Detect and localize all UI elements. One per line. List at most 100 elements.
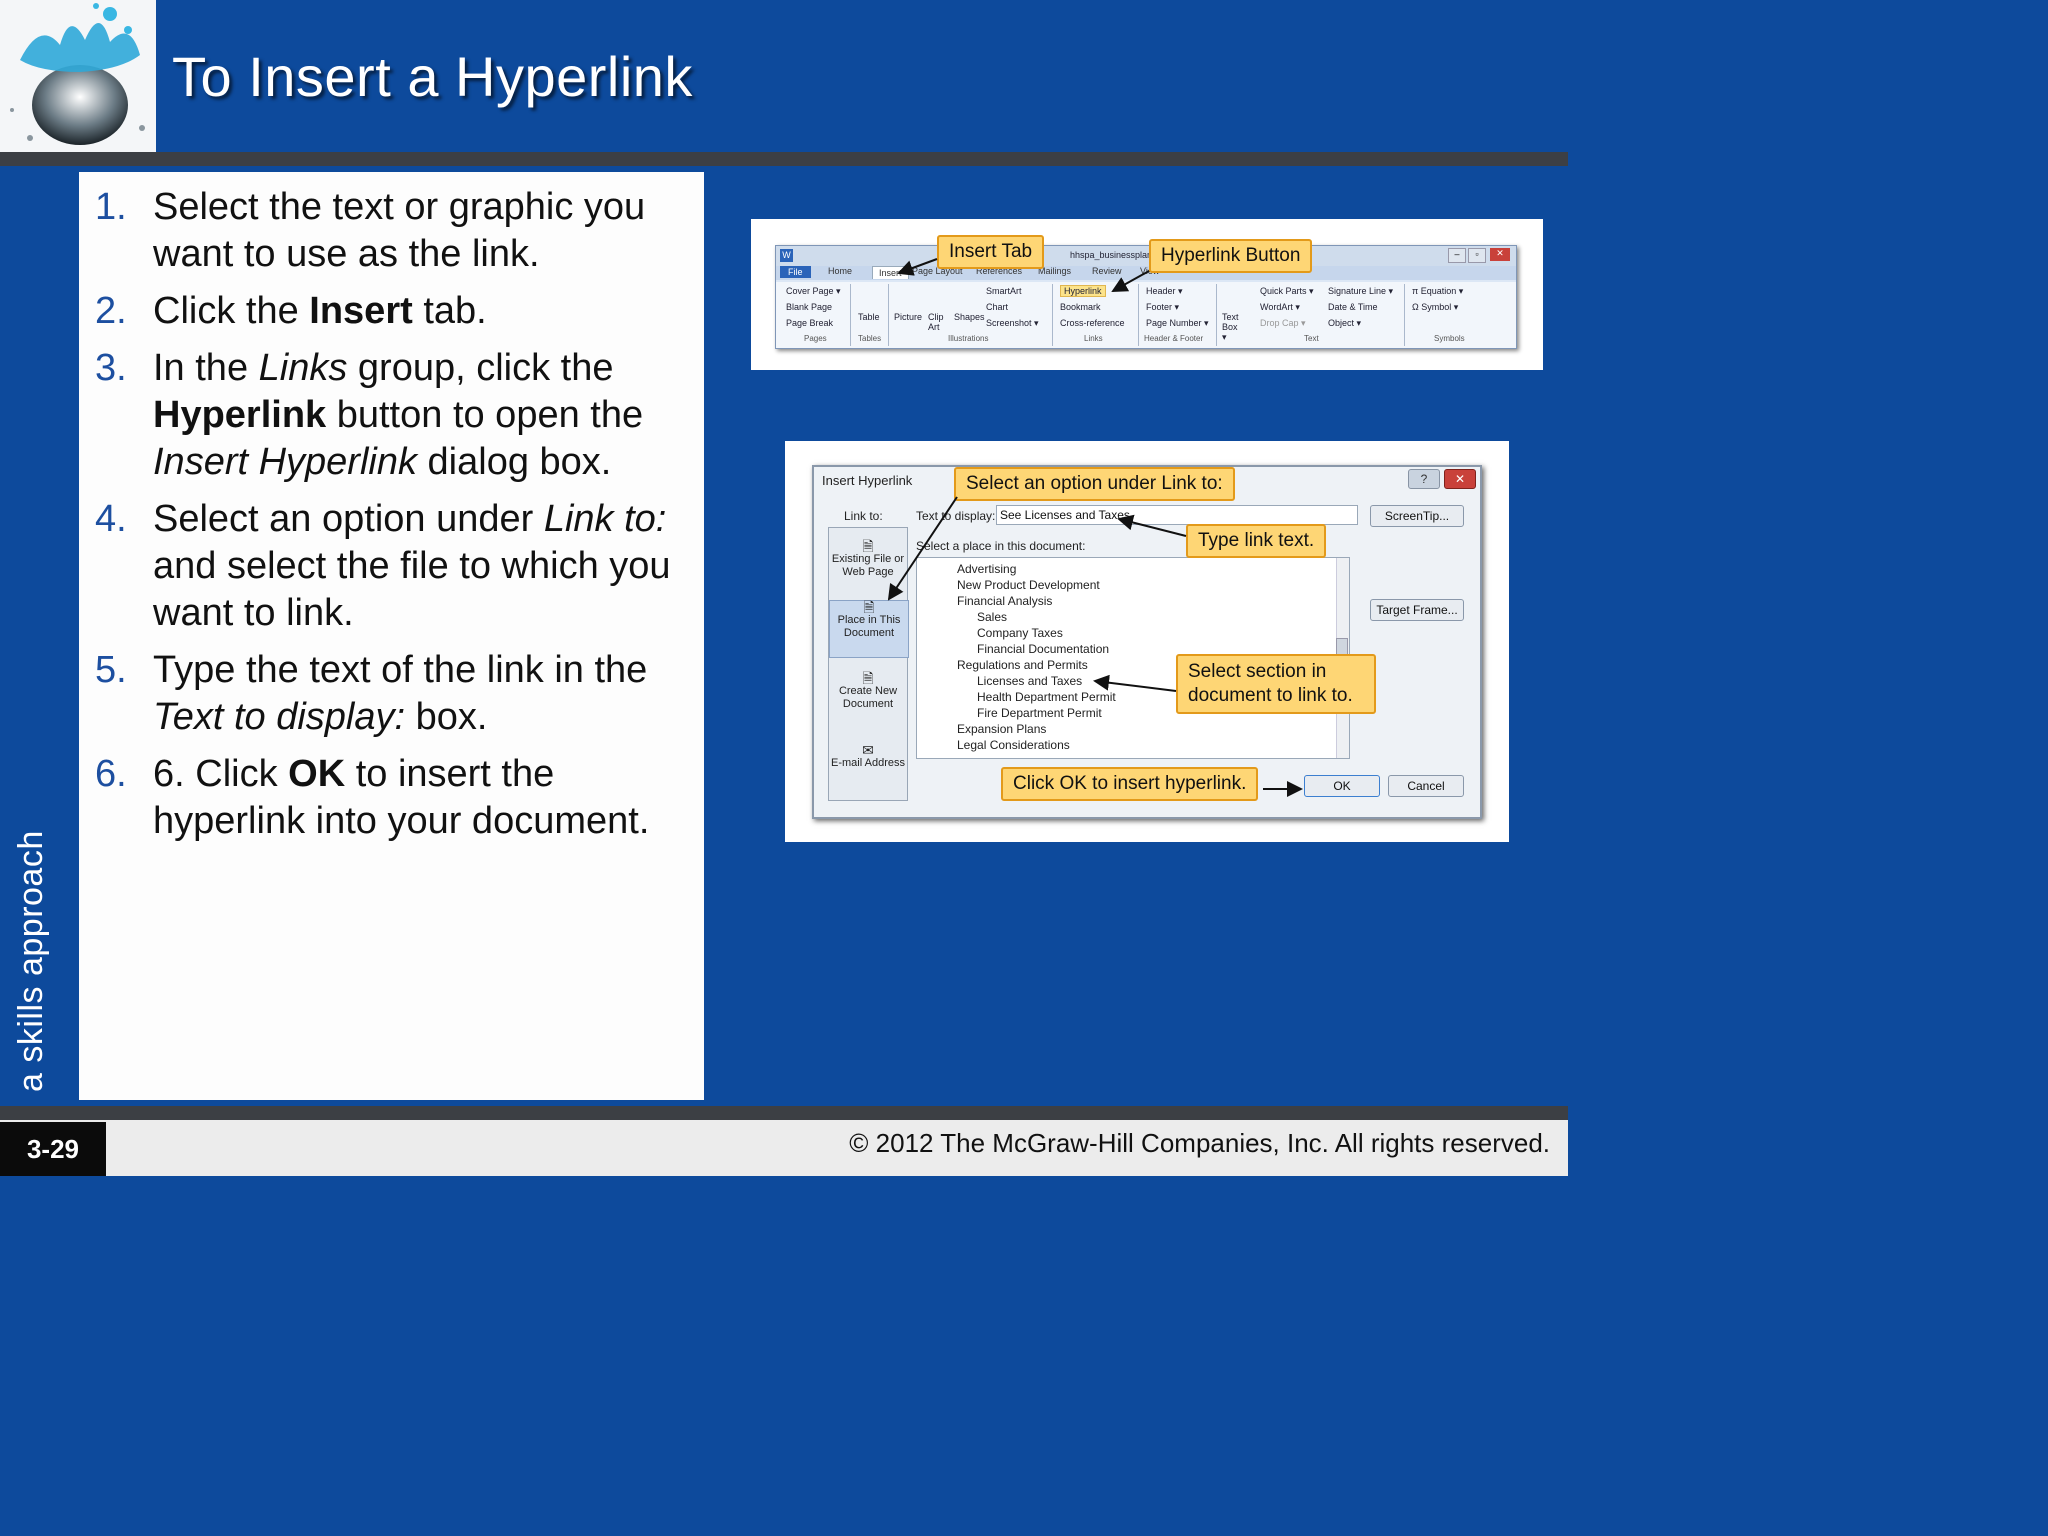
step-item: 4. Select an option under Link to: and se… <box>95 496 695 637</box>
link-option-label: Existing File or Web Page <box>831 553 905 578</box>
link-option-label: Place in This Document <box>837 614 901 639</box>
smartart-button[interactable]: SmartArt <box>986 286 1022 296</box>
screenshot-button[interactable]: Screenshot ▾ <box>986 318 1039 329</box>
help-icon[interactable]: ? <box>1408 469 1440 489</box>
date-time-button[interactable]: Date & Time <box>1328 302 1378 312</box>
step-text: Click the Insert tab. <box>153 288 695 335</box>
chart-button[interactable]: Chart <box>986 302 1008 312</box>
step-item: 5. Type the text of the link in the Text … <box>95 647 695 741</box>
text-to-display-input[interactable]: See Licenses and Taxes <box>996 505 1358 525</box>
step-text-segment: box. <box>405 696 488 738</box>
ribbon-screenshot: W hhspa_businessplan ✕ ▫ – File Home Inser… <box>751 219 1543 370</box>
step-text-segment: Type the text of the link in the <box>153 649 648 691</box>
link-option-place-in-document[interactable]: 🗎 Place in This Document <box>829 600 909 658</box>
table-button[interactable]: Table <box>858 312 880 322</box>
symbol-button[interactable]: Ω Symbol ▾ <box>1412 302 1458 313</box>
email-icon: ✉ <box>862 742 874 758</box>
maximize-icon[interactable]: ▫ <box>1468 248 1486 263</box>
tab-review[interactable]: Review <box>1092 266 1122 276</box>
step-text-segment: Click the <box>153 290 310 332</box>
step-item: 1. Select the text or graphic you want to… <box>95 184 695 278</box>
dialog-title: Insert Hyperlink <box>822 473 913 488</box>
link-option-email[interactable]: ✉ E-mail Address <box>829 742 907 770</box>
step-number: 5. <box>95 649 127 691</box>
cancel-button[interactable]: Cancel <box>1388 775 1464 797</box>
tree-node[interactable]: Financial Documentation <box>977 642 1109 656</box>
tab-file[interactable]: File <box>780 266 811 278</box>
link-option-existing-file[interactable]: 🗎 Existing File or Web Page <box>829 538 907 579</box>
link-option-label: Create New Document <box>838 685 898 710</box>
close-icon[interactable]: ✕ <box>1444 469 1476 489</box>
step-text-segment: Link to: <box>543 498 667 540</box>
steps-list: 1. Select the text or graphic you want to… <box>95 184 695 855</box>
link-option-create-new[interactable]: 🗎 Create New Document <box>829 671 907 711</box>
slide-number: 3-29 <box>0 1122 106 1176</box>
globe-page-icon: 🗎 <box>862 538 874 554</box>
callout-select-section: Select section in document to link to. <box>1176 654 1376 714</box>
bookmark-button[interactable]: Bookmark <box>1060 302 1101 312</box>
ok-button[interactable]: OK <box>1304 775 1380 797</box>
hyperlink-button[interactable]: Hyperlink <box>1060 285 1106 297</box>
link-to-pane: 🗎 Existing File or Web Page 🗎 Place in T… <box>828 527 909 801</box>
group-label-header-footer: Header & Footer <box>1144 334 1204 343</box>
tree-node[interactable]: Sales <box>977 610 1007 624</box>
quick-parts-button[interactable]: Quick Parts ▾ <box>1260 286 1314 297</box>
text-to-display-label: Text to display: <box>916 509 996 523</box>
step-item: 2. Click the Insert tab. <box>95 288 695 335</box>
dialog-window-buttons: ? ✕ <box>1404 469 1476 489</box>
page-number-button[interactable]: Page Number ▾ <box>1146 318 1209 329</box>
signature-line-button[interactable]: Signature Line ▾ <box>1328 286 1393 297</box>
picture-button[interactable]: Picture <box>894 312 922 322</box>
tree-node[interactable]: Advertising <box>957 562 1016 576</box>
screentip-button[interactable]: ScreenTip... <box>1370 505 1464 527</box>
tab-insert[interactable]: Insert <box>872 266 909 279</box>
tree-node[interactable]: Regulations and Permits <box>957 658 1088 672</box>
footer-button[interactable]: Footer ▾ <box>1146 302 1179 313</box>
tree-node[interactable]: New Product Development <box>957 578 1100 592</box>
callout-type-link-text: Type link text. <box>1186 524 1327 558</box>
cross-reference-button[interactable]: Cross-reference <box>1060 318 1125 328</box>
ribbon-divider <box>888 284 889 346</box>
group-label-illustrations: Illustrations <box>948 334 989 343</box>
word-icon: W <box>780 249 793 262</box>
step-text-segment: Links <box>258 347 348 389</box>
ribbon-divider <box>1052 284 1053 346</box>
tree-node[interactable]: Company Taxes <box>977 626 1063 640</box>
cover-page-button[interactable]: Cover Page ▾ <box>786 286 841 297</box>
page-break-button[interactable]: Page Break <box>786 318 833 328</box>
shapes-button[interactable]: Shapes <box>954 312 985 322</box>
drop-cap-button[interactable]: Drop Cap ▾ <box>1260 318 1306 329</box>
tree-node[interactable]: Legal Considerations <box>957 738 1070 752</box>
tree-node[interactable]: Expansion Plans <box>957 722 1046 736</box>
word-window: W hhspa_businessplan ✕ ▫ – File Home Inser… <box>775 245 1517 349</box>
bottom-divider <box>0 1106 1568 1120</box>
step-text-segment: button to open the <box>326 394 644 436</box>
object-button[interactable]: Object ▾ <box>1328 318 1361 329</box>
step-text-segment: Text to display: <box>153 696 406 738</box>
dialog-screenshot: Insert Hyperlink ? ✕ Link to: Text to dis… <box>785 441 1509 842</box>
header-button[interactable]: Header ▾ <box>1146 286 1183 297</box>
close-icon[interactable]: ✕ <box>1490 248 1510 261</box>
minimize-icon[interactable]: – <box>1448 248 1466 263</box>
equation-button[interactable]: π Equation ▾ <box>1412 286 1463 297</box>
tree-node[interactable]: Financial Analysis <box>957 594 1052 608</box>
ribbon-divider <box>1138 284 1139 346</box>
copyright-text: © 2012 The McGraw-Hill Companies, Inc. A… <box>849 1128 1550 1158</box>
target-frame-button[interactable]: Target Frame... <box>1370 599 1464 621</box>
blank-page-button[interactable]: Blank Page <box>786 302 832 312</box>
text-box-button[interactable]: Text Box ▾ <box>1222 312 1244 342</box>
step-text: Select the text or graphic you want to u… <box>153 184 695 278</box>
select-place-label: Select a place in this document: <box>916 539 1086 553</box>
step-text: Type the text of the link in the Text to… <box>153 647 695 741</box>
group-label-text: Text <box>1304 334 1319 343</box>
wordart-button[interactable]: WordArt ▾ <box>1260 302 1300 313</box>
step-text-segment: Select the text or graphic you want to u… <box>153 186 646 275</box>
tree-node[interactable]: Health Department Permit <box>977 690 1116 704</box>
tab-home[interactable]: Home <box>828 266 852 276</box>
step-text-segment: tab. <box>412 290 487 332</box>
clip-art-button[interactable]: Clip Art <box>928 312 948 332</box>
tree-node[interactable]: Licenses and Taxes <box>977 674 1082 688</box>
tree-node[interactable]: Fire Department Permit <box>977 706 1102 720</box>
step-text-segment: Insert Hyperlink <box>153 441 417 483</box>
group-label-tables: Tables <box>858 334 882 343</box>
